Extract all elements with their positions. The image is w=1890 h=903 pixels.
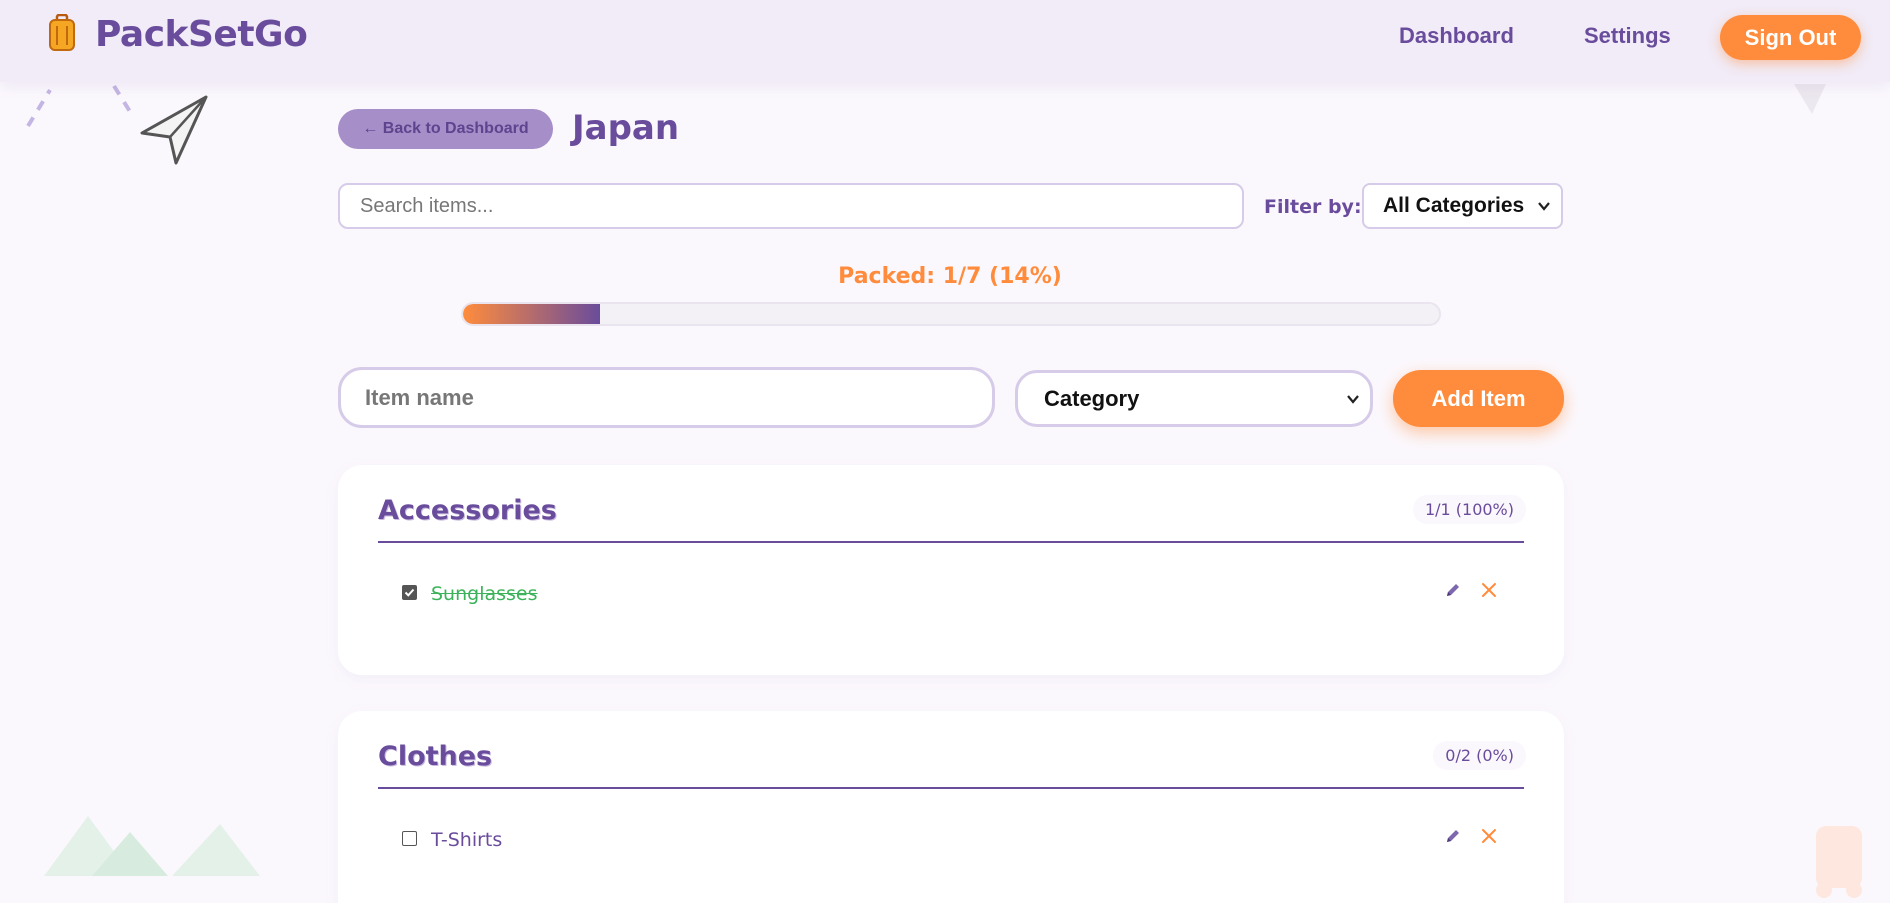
- category-card-accessories: Accessories 1/1 (100%) Sunglasses: [338, 465, 1564, 675]
- luggage-decoration: [1816, 826, 1862, 898]
- item-label: T-Shirts: [431, 829, 503, 851]
- nav-dashboard-link[interactable]: Dashboard: [1399, 23, 1514, 49]
- page-title: Japan: [572, 108, 680, 148]
- sign-out-button[interactable]: Sign Out: [1720, 15, 1861, 60]
- filter-label: Filter by:: [1264, 196, 1362, 218]
- add-item-button[interactable]: Add Item: [1393, 370, 1564, 427]
- item-name-input[interactable]: [338, 367, 995, 428]
- back-to-dashboard-button[interactable]: ← Back to Dashboard: [338, 109, 553, 149]
- chevron-down-icon: [1538, 202, 1550, 211]
- list-item: T-Shirts: [402, 825, 1524, 855]
- category-divider: [378, 787, 1524, 789]
- packed-checkbox[interactable]: [402, 830, 417, 846]
- category-filter-select[interactable]: All Categories: [1362, 183, 1563, 229]
- app-header: PackSetGo Dashboard Settings Sign Out: [0, 0, 1890, 82]
- close-icon[interactable]: [1480, 827, 1498, 845]
- mountains-decoration: [44, 816, 260, 876]
- chevron-down-icon: [1347, 394, 1359, 404]
- pencil-icon[interactable]: [1444, 581, 1462, 599]
- category-card-clothes: Clothes 0/2 (0%) T-Shirts: [338, 711, 1564, 903]
- checkmark-icon: [404, 588, 415, 597]
- close-icon[interactable]: [1480, 581, 1498, 599]
- filter-selected-value: All Categories: [1383, 194, 1525, 217]
- category-selected-value: Category: [1044, 385, 1140, 411]
- packed-progress-label: Packed: 1/7 (14%): [838, 264, 1062, 289]
- suitcase-icon: [49, 14, 75, 51]
- category-count-badge: 0/2 (0%): [1433, 741, 1526, 770]
- packed-checkbox[interactable]: [402, 584, 417, 600]
- packed-progress-bar: [461, 302, 1441, 326]
- item-actions: [1444, 827, 1498, 845]
- category-count-badge: 1/1 (100%): [1412, 495, 1526, 524]
- category-title: Clothes: [378, 741, 493, 772]
- item-category-select[interactable]: Category: [1015, 370, 1373, 427]
- progress-fill: [463, 304, 600, 324]
- item-actions: [1444, 581, 1498, 599]
- paper-plane-icon: [140, 95, 208, 165]
- category-divider: [378, 541, 1524, 543]
- brand-name[interactable]: PackSetGo: [95, 14, 308, 55]
- faded-plane-decoration: [1794, 84, 1826, 114]
- list-item: Sunglasses: [402, 579, 1524, 609]
- nav-settings-link[interactable]: Settings: [1584, 23, 1671, 49]
- category-title: Accessories: [378, 495, 557, 526]
- search-input[interactable]: [338, 183, 1244, 229]
- item-label: Sunglasses: [431, 583, 538, 605]
- pencil-icon[interactable]: [1444, 827, 1462, 845]
